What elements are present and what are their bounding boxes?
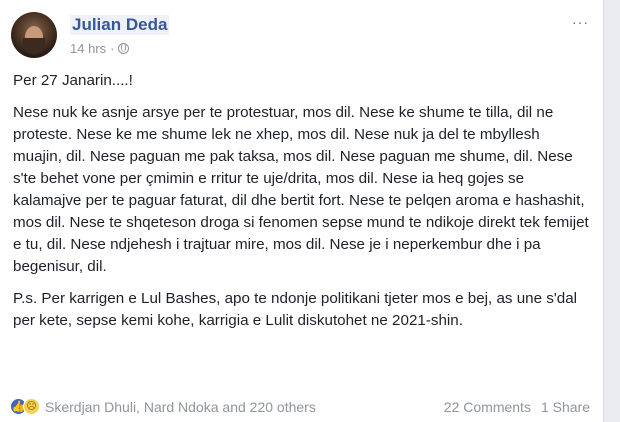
more-options-button[interactable]: ···	[572, 14, 589, 30]
post-footer: 👍 ☹ Skerdjan Dhuli, Nard Ndoka and 220 o…	[10, 398, 590, 415]
post-body: Nese nuk ke asnje arsye per te protestua…	[13, 104, 589, 275]
globe-icon[interactable]	[118, 43, 130, 54]
post-text: Per 27 Janarin....! Nese nuk ke asnje ar…	[13, 70, 591, 342]
author-name[interactable]: Julian Deda	[70, 15, 170, 35]
reactors-summary[interactable]: Skerdjan Dhuli, Nard Ndoka and 220 other…	[45, 399, 316, 415]
footer-counts: 22 Comments 1 Share	[444, 399, 590, 415]
post-ps: P.s. Per karrigen e Lul Bashes, apo te n…	[13, 290, 578, 329]
post-meta: 14 hrs ·	[70, 41, 130, 56]
comments-count[interactable]: 22 Comments	[444, 399, 531, 415]
meta-separator: ·	[110, 41, 115, 56]
shares-count[interactable]: 1 Share	[541, 399, 590, 415]
sad-face-icon[interactable]: ☹	[23, 398, 40, 415]
author-avatar[interactable]	[11, 12, 57, 58]
post-card: Julian Deda 14 hrs · ··· Per 27 Janarin.…	[0, 0, 604, 422]
post-heading: Per 27 Janarin....!	[13, 72, 133, 89]
post-time[interactable]: 14 hrs	[70, 41, 106, 56]
avatar-beard	[23, 38, 45, 54]
